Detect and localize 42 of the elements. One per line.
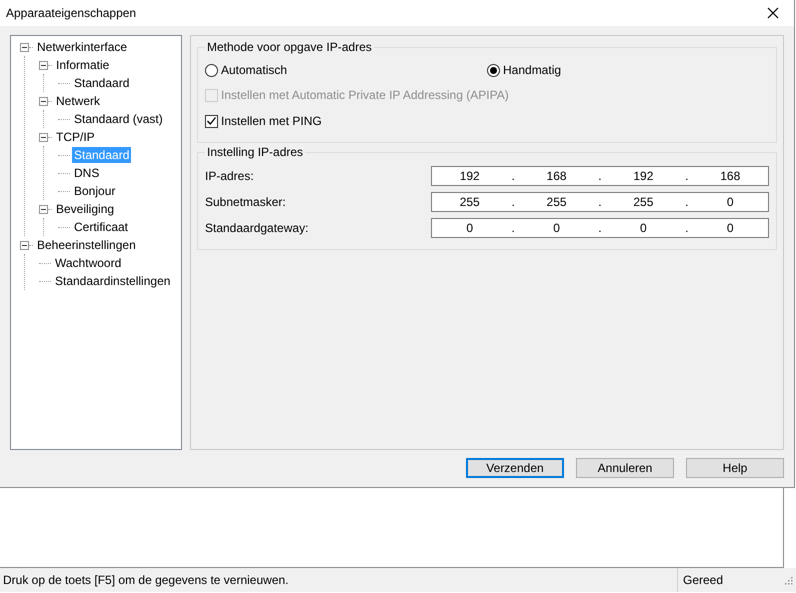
tree-item[interactable]: Standaardinstellingen: [53, 273, 172, 289]
collapse-icon[interactable]: [20, 240, 29, 250]
tree-item[interactable]: TCP/IP: [54, 129, 97, 145]
collapse-icon[interactable]: [39, 60, 48, 70]
collapse-icon[interactable]: [39, 132, 48, 142]
collapse-icon[interactable]: [39, 204, 48, 214]
radio-button[interactable]: [487, 64, 500, 76]
close-icon: [767, 7, 779, 19]
status-message: Druk op de toets [F5] om de gegevens te vernieuwen.: [2, 573, 290, 587]
tree-item[interactable]: Standaard: [72, 75, 132, 91]
field-label: Standaardgateway:: [205, 221, 310, 235]
dialog-button[interactable]: Verzenden: [466, 458, 564, 478]
dialog-button[interactable]: Help: [686, 458, 784, 478]
tree-item[interactable]: Beveiliging: [54, 201, 116, 217]
radio-label: Handmatig: [503, 63, 562, 77]
ip-address-field[interactable]: 192 . 168 . 192 . 168: [431, 166, 769, 186]
tree-item[interactable]: Netwerk: [54, 93, 102, 109]
checkbox-label: Instellen met PING: [221, 114, 322, 128]
group-title: Methode voor opgave IP-adres: [206, 40, 373, 54]
field-label: IP-adres:: [205, 169, 255, 183]
resize-grip-icon[interactable]: [783, 575, 793, 585]
dialog-button[interactable]: Annuleren: [576, 458, 674, 478]
status-state: Gereed: [677, 568, 783, 592]
tree-item[interactable]: Bonjour: [72, 183, 118, 199]
tree-item[interactable]: Informatie: [54, 57, 112, 73]
collapse-icon[interactable]: [20, 42, 29, 52]
checkbox[interactable]: [205, 114, 218, 128]
tree-item[interactable]: Standaard (vast): [72, 111, 165, 127]
radio-button[interactable]: [205, 64, 218, 76]
radio-label: Automatisch: [221, 63, 288, 77]
ip-address-field[interactable]: 255 . 255 . 255 . 0: [431, 192, 769, 212]
window-title: Apparaateigenschappen: [6, 6, 136, 20]
checkbox-label: Instellen met Automatic Private IP Addressing (APIPA): [221, 88, 509, 102]
tree-item[interactable]: Certificaat: [72, 219, 130, 235]
group-title: Instelling IP-adres: [206, 145, 304, 159]
tree-item[interactable]: DNS: [72, 165, 102, 181]
field-label: Subnetmasker:: [205, 195, 287, 209]
tree-item[interactable]: Wachtwoord: [53, 255, 124, 271]
tree-item[interactable]: Netwerkinterface: [35, 39, 130, 55]
ip-address-field[interactable]: 0 . 0 . 0 . 0: [431, 218, 769, 238]
collapse-icon[interactable]: [39, 96, 48, 106]
tree-item[interactable]: Beheerinstellingen: [35, 237, 138, 253]
